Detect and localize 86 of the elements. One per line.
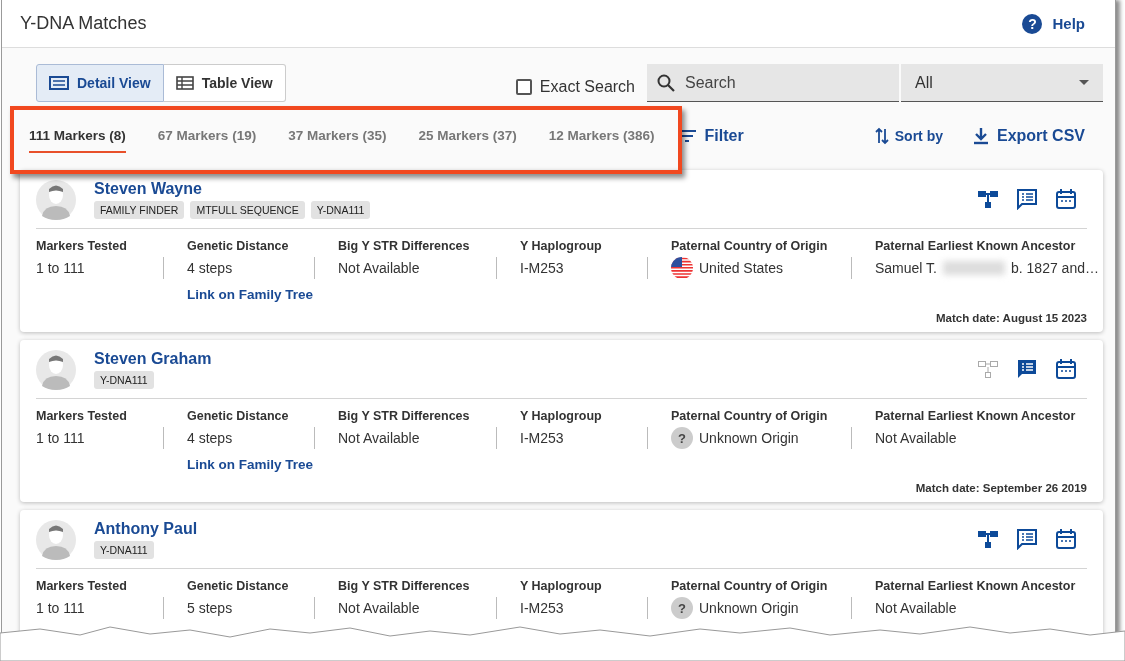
test-tag: Y-DNA111 [310,201,371,219]
match-date: Match date: September 26 2019 [915,482,1087,494]
marker-tab[interactable]: 12 Markers (386) [548,119,655,153]
field-value: I-M253 [520,430,564,446]
detail-view-icon [49,76,69,90]
match-name[interactable]: Steven Graham [94,350,212,368]
marker-tab[interactable]: 111 Markers (8) [29,119,126,153]
field-label: Y Haplogroup [520,239,603,253]
field-label: Big Y STR Differences [338,239,471,253]
field-value: Unknown Origin [699,600,799,616]
field-value: 1 to 111 [36,430,85,446]
test-tag: Y-DNA111 [94,371,154,389]
window-title: Y-DNA Matches [20,13,147,34]
search-field[interactable]: Search [647,64,899,102]
test-tag: FAMILY FINDER [94,201,185,219]
field-value: 4 steps [187,260,233,276]
field-value: Unknown Origin [699,430,799,446]
caret-icon [1079,80,1089,85]
field-value: b. 1827 and… [1011,260,1099,276]
flag-icon [671,257,693,279]
download-icon [973,127,989,145]
marker-tab[interactable]: 67 Markers (19) [157,119,257,153]
calendar-icon[interactable] [1055,358,1077,380]
field-label: Paternal Earliest Known Ancestor [875,579,1077,593]
field-value: 5 steps [187,600,233,616]
field-label: Paternal Earliest Known Ancestor [875,239,1077,253]
field-label: Paternal Country of Origin [671,579,829,593]
field-label: Y Haplogroup [520,409,603,423]
sort-button[interactable]: Sort by [874,127,943,145]
field-value: 1 to 111 [36,600,85,616]
redaction-blur [943,261,1005,275]
field-value: 1 to 111 [36,260,85,276]
field-label: Markers Tested [36,409,128,423]
field-label: Paternal Country of Origin [671,239,829,253]
unknown-origin-icon: ? [671,427,693,449]
field-label: Markers Tested [36,579,128,593]
field-value: Not Available [338,600,420,616]
scope-dropdown[interactable]: All [901,64,1103,102]
help-icon: ? [1022,13,1043,34]
field-value: I-M253 [520,600,564,616]
field-label: Paternal Country of Origin [671,409,829,423]
filter-button[interactable]: Filter [676,127,744,145]
field-value: Not Available [875,430,957,446]
avatar-icon [36,180,76,220]
export-button[interactable]: Export CSV [973,127,1085,145]
exact-search-label: Exact Search [539,78,635,96]
field-value: I-M253 [520,260,564,276]
field-label: Paternal Earliest Known Ancestor [875,409,1077,423]
match-date: Match date: August 15 2023 [935,312,1087,324]
field-value: Samuel T. [875,260,937,276]
tree-icon[interactable] [977,528,999,550]
field-label: Markers Tested [36,239,128,253]
test-tag: Y-DNA111 [94,541,154,559]
help-button[interactable]: ? Help [1022,13,1085,34]
table-icon [175,76,194,90]
view-toggle-button[interactable]: Table View [163,64,286,102]
family-tree-link[interactable]: Link on Family Tree [187,457,314,472]
exact-search-checkbox[interactable] [515,79,532,95]
field-value: United States [699,260,784,276]
field-value: Not Available [875,600,957,616]
calendar-icon[interactable] [1055,528,1077,550]
field-label: Big Y STR Differences [338,409,471,423]
field-label: Genetic Distance [187,579,290,593]
notes-icon[interactable] [1016,358,1038,380]
field-label: Big Y STR Differences [338,579,471,593]
marker-tab[interactable]: 25 Markers (37) [418,119,517,153]
notes-icon[interactable] [1016,188,1038,210]
notes-icon[interactable] [1016,528,1038,550]
field-label: Y Haplogroup [520,579,603,593]
calendar-icon[interactable] [1055,188,1077,210]
tree-icon[interactable] [977,188,999,210]
avatar-icon [36,350,76,390]
field-value: 4 steps [187,430,233,446]
sort-icon [874,127,889,145]
marker-tab[interactable]: 37 Markers (35) [288,119,387,153]
family-tree-link[interactable]: Link on Family Tree [187,287,314,302]
match-name[interactable]: Steven Wayne [94,180,202,198]
field-value: Not Available [338,260,420,276]
unknown-origin-icon: ? [671,597,693,619]
view-toggle-button[interactable]: Detail View [36,64,164,102]
field-value: Not Available [338,430,420,446]
avatar-icon [36,520,76,560]
match-name[interactable]: Anthony Paul [94,520,198,538]
field-label: Genetic Distance [187,239,290,253]
test-tag: MTFULL SEQUENCE [190,201,305,219]
field-label: Genetic Distance [187,409,290,423]
